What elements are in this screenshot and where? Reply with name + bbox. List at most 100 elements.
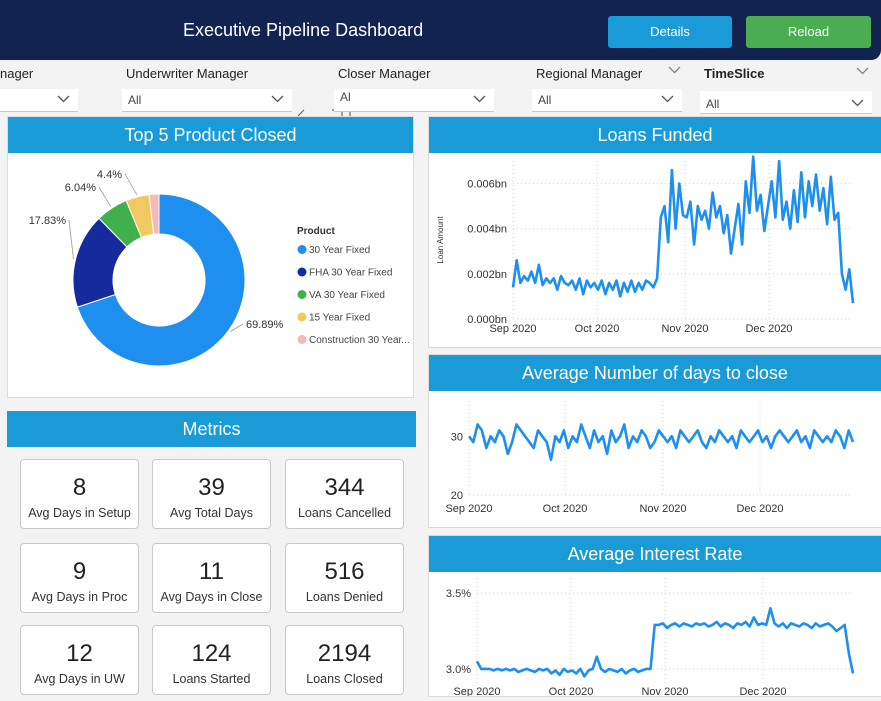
filter-label-regional-manager: Regional Manager: [536, 66, 643, 81]
metric-tile: 2194 Loans Closed: [285, 625, 404, 695]
y-tick-label: 0.004bn: [467, 224, 507, 236]
metric-label: Loans Denied: [305, 590, 384, 604]
legend-item[interactable]: VA 30 Year Fixed: [309, 290, 385, 301]
card-title: Loans Funded: [429, 117, 881, 153]
metric-tile: 124 Loans Started: [152, 625, 271, 695]
metric-value: 2194: [317, 640, 372, 667]
metric-value: 516: [324, 558, 365, 585]
loans-funded-card: Loans Funded 0.000bn 0.002bn 0.004bn 0.006b…: [428, 116, 881, 348]
slice-data-label: 17.83%: [29, 215, 67, 227]
filter-value: All: [706, 97, 720, 111]
interest-rate-chart: 3.0% 3.5% Sep 2020 Oct 2020 Nov 2020 Dec 2020: [446, 578, 855, 696]
legend-title: Product: [297, 226, 335, 237]
filter-closer-manager-dropdown[interactable]: Al: [334, 89, 494, 112]
legend-marker: [297, 290, 307, 299]
legend-marker: [297, 267, 307, 277]
metric-value: 344: [324, 474, 365, 501]
details-button[interactable]: Details: [608, 16, 732, 48]
donut-chart: 69.89% 17.83% 6.04%4.4% Product 30 Year Fixe…: [29, 169, 410, 367]
chevron-down-icon: [851, 99, 864, 107]
chevron-down-icon: [661, 95, 674, 103]
chevron-down-icon: [271, 95, 284, 103]
days-to-close-chart: 20 30 Sep 2020 Oct 2020 Nov 2020 Dec 2020: [445, 401, 855, 515]
chevron-down-icon: [473, 95, 486, 103]
header-bar: Executive Pipeline Dashboard Details Rel…: [0, 0, 881, 60]
chevron-down-icon: [668, 66, 681, 74]
legend-item[interactable]: FHA 30 Year Fixed: [309, 268, 392, 279]
y-axis-title: Loan Amount: [436, 216, 445, 264]
x-tick-label: Oct 2020: [575, 323, 620, 335]
metric-label: Avg Days in UW: [34, 672, 125, 686]
legend-item[interactable]: Construction 30 Year...: [309, 335, 410, 346]
filter-label-underwriter-manager: Underwriter Manager: [126, 66, 249, 81]
metric-tile: 12 Avg Days in UW: [20, 625, 139, 695]
y-tick-label: 20: [451, 490, 463, 502]
y-tick-label: 0.006bn: [467, 179, 507, 191]
x-tick-label: Nov 2020: [641, 686, 688, 696]
metric-value: 8: [72, 474, 87, 501]
dashboard-title: Executive Pipeline Dashboard: [183, 20, 424, 40]
filter-value: All: [538, 93, 552, 107]
metric-value: 124: [191, 640, 232, 667]
legend-item[interactable]: 30 Year Fixed: [309, 245, 370, 256]
metric-label: Avg Days in Setup: [28, 506, 131, 520]
x-tick-label: Sep 2020: [489, 323, 536, 335]
filter-manager-dropdown[interactable]: [0, 89, 78, 112]
filter-value: All: [128, 93, 142, 107]
legend-item[interactable]: 15 Year Fixed: [309, 313, 370, 324]
metric-tile: 39 Avg Total Days: [152, 459, 271, 529]
series-line[interactable]: [467, 423, 855, 462]
card-title: Metrics: [7, 411, 416, 447]
x-tick-label: Oct 2020: [543, 503, 588, 515]
metric-label: Loans Started: [172, 672, 251, 686]
slice-data-label: 6.04%: [65, 182, 96, 194]
metric-label: Loans Closed: [306, 672, 383, 686]
metric-value: 11: [199, 558, 224, 585]
reload-button[interactable]: Reload: [746, 16, 871, 48]
metric-label: Avg Days in Proc: [31, 590, 128, 604]
x-tick-label: Nov 2020: [661, 323, 708, 335]
metric-value: 12: [66, 640, 93, 667]
y-tick-label: 0.002bn: [467, 269, 507, 281]
top-products-card: Top 5 Product Closed 69.89% 17.83% 6.04% 4.…: [7, 116, 414, 398]
x-tick-label: Nov 2020: [639, 503, 686, 515]
metric-tile: 9 Avg Days in Proc: [20, 543, 139, 613]
legend-marker: [297, 245, 307, 254]
filter-label-manager: nager: [0, 66, 34, 81]
chevron-down-icon: [57, 95, 70, 103]
x-tick-label: Oct 2020: [549, 686, 594, 696]
metric-value: 39: [198, 474, 225, 501]
days-to-close-card: Average Number of days to close 20 30 Sep …: [428, 354, 881, 528]
x-tick-label: Sep 2020: [453, 686, 500, 696]
card-title: Average Interest Rate: [429, 536, 881, 572]
filter-timeslice-dropdown[interactable]: All: [700, 91, 872, 114]
metric-label: Avg Total Days: [170, 506, 253, 520]
chevron-down-icon: [856, 67, 869, 75]
filter-value: Al: [340, 90, 351, 104]
slice-data-label: 4.4%: [97, 169, 122, 181]
legend-marker: [297, 312, 307, 322]
x-tick-label: Dec 2020: [739, 686, 786, 696]
x-tick-label: Dec 2020: [736, 503, 783, 515]
metric-tile: 516 Loans Denied: [285, 543, 404, 613]
x-tick-label: Sep 2020: [445, 503, 492, 515]
metric-tile: 11 Avg Days in Close: [152, 543, 271, 613]
filter-underwriter-manager-dropdown[interactable]: All: [122, 89, 292, 112]
filter-label-timeslice: TimeSlice: [704, 66, 765, 81]
leader-line: [124, 173, 138, 196]
series-line[interactable]: [511, 155, 855, 304]
metric-label: Avg Days in Close: [160, 590, 263, 604]
slice-data-label: 69.89%: [246, 319, 284, 331]
metric-label: Loans Cancelled: [297, 506, 392, 520]
x-tick-label: Dec 2020: [745, 323, 792, 335]
y-tick-label: 30: [451, 431, 463, 443]
card-title: Average Number of days to close: [429, 355, 881, 391]
metric-tile: 8 Avg Days in Setup: [20, 459, 139, 529]
leader-line: [98, 186, 111, 207]
filter-label-closer-manager: Closer Manager: [338, 66, 431, 81]
card-title: Top 5 Product Closed: [8, 117, 413, 153]
loans-funded-chart: 0.000bn0.002bn0.004bn0.006bnSep 2020 Oct …: [436, 155, 855, 335]
metric-tile: 344 Loans Cancelled: [285, 459, 404, 529]
filter-regional-manager-dropdown[interactable]: All: [532, 89, 682, 112]
legend-marker: [297, 335, 307, 344]
